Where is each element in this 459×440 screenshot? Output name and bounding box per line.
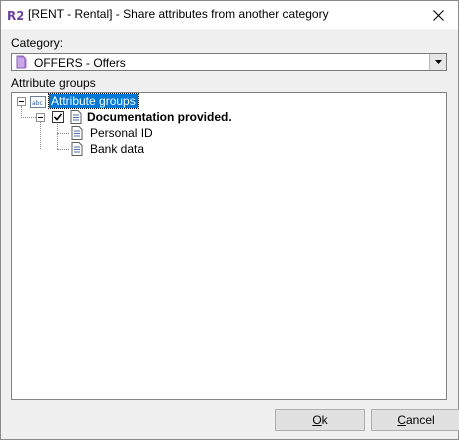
group-checkbox[interactable]: [52, 111, 64, 123]
tree-node-attribute-groups[interactable]: Attribute groups: [48, 93, 139, 109]
tree-connector: [57, 122, 58, 149]
tree-node-documentation-provided[interactable]: Documentation provided.: [87, 110, 232, 124]
tree-collapse-toggle[interactable]: [36, 113, 45, 122]
close-icon: [432, 9, 444, 21]
tree-collapse-toggle[interactable]: [17, 97, 26, 106]
ok-accelerator: O: [312, 413, 322, 427]
tree-connector: [57, 149, 69, 150]
chevron-down-icon: [434, 60, 442, 64]
cancel-button[interactable]: Cancel: [371, 409, 459, 431]
category-dropdown[interactable]: OFFERS - Offers: [11, 53, 447, 71]
r2-logo-icon: R2: [7, 9, 23, 23]
ok-button[interactable]: Ok: [275, 409, 365, 431]
category-selected-value: OFFERS - Offers: [34, 56, 126, 70]
category-label: Category:: [11, 36, 64, 50]
window-title: [RENT - Rental] - Share attributes from …: [28, 7, 329, 21]
svg-text:R2: R2: [7, 9, 23, 23]
svg-text:abc: abc: [32, 100, 43, 107]
checkmark-icon: [53, 113, 63, 121]
tree-item-personal-id[interactable]: Personal ID: [90, 126, 153, 140]
tree-item-bank-data[interactable]: Bank data: [90, 142, 144, 156]
cancel-label-rest: ancel: [405, 413, 435, 427]
attribute-groups-tree[interactable]: abc Attribute groups Documentation provi…: [11, 92, 447, 400]
ok-label-rest: k: [321, 413, 328, 427]
title-bar: R2 [RENT - Rental] - Share attributes fr…: [1, 1, 458, 29]
attribute-groups-label: Attribute groups: [11, 76, 96, 90]
dropdown-arrow-button[interactable]: [429, 54, 446, 70]
folder-purple-icon: [16, 55, 27, 69]
close-button[interactable]: [418, 1, 458, 29]
abc-group-icon: abc: [30, 96, 46, 108]
document-icon: [71, 126, 83, 140]
document-icon: [70, 110, 82, 124]
tree-connector: [57, 133, 69, 134]
cancel-accelerator: C: [397, 413, 406, 427]
tree-connector: [40, 122, 41, 149]
share-attributes-dialog: R2 [RENT - Rental] - Share attributes fr…: [0, 0, 459, 440]
document-icon: [71, 142, 83, 156]
tree-connector: [21, 117, 36, 118]
